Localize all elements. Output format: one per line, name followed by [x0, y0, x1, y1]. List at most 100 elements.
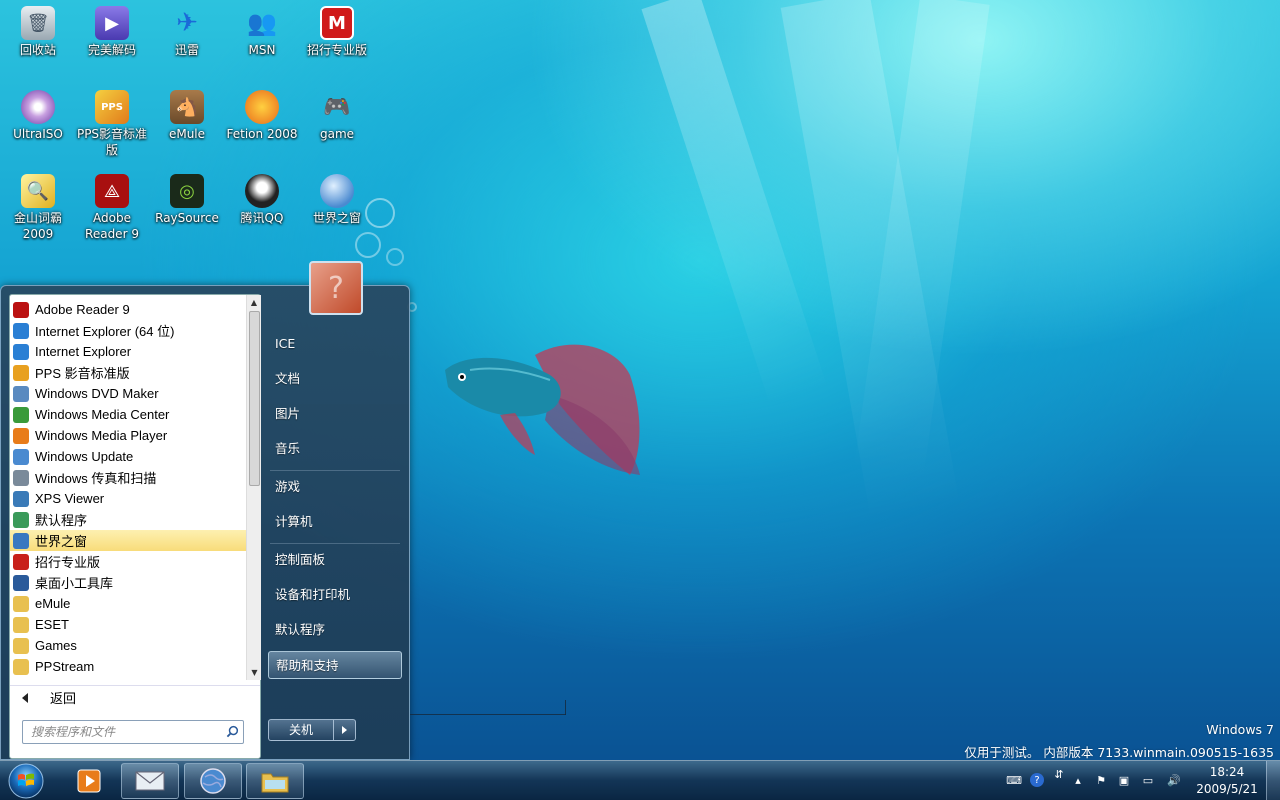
taskbar-clock[interactable]: 18:24 2009/5/21 [1196, 764, 1258, 798]
program-list-item[interactable]: Internet Explorer (64 位) [10, 320, 246, 341]
start-right-music[interactable]: 音乐 [268, 435, 402, 463]
keyboard-icon[interactable]: ⌨ [1006, 773, 1022, 787]
program-list-item[interactable]: eMule [10, 593, 246, 614]
desktop-icon-label: 金山词霸2009 [13, 211, 62, 241]
pps-icon [13, 364, 29, 381]
search-icon[interactable] [226, 725, 239, 738]
msn-icon: 👥 [247, 9, 277, 37]
language-bar-icon[interactable]: ⇵ [1052, 767, 1066, 781]
program-label: Windows Media Center [35, 407, 170, 422]
back-label: 返回 [50, 691, 77, 706]
dvd-maker-icon [13, 385, 29, 402]
desktop-icon-theworld[interactable]: 世界之窗 [299, 170, 375, 226]
desktop-icon-raysource[interactable]: ◎ RaySource [149, 170, 225, 226]
program-list-item[interactable]: XPS Viewer [10, 488, 246, 509]
program-list-item[interactable]: Internet Explorer [10, 341, 246, 362]
network-icon[interactable]: ▭ [1141, 773, 1155, 787]
desktop-icon-thunder[interactable]: ✈ 迅雷 [149, 2, 225, 58]
program-list-item[interactable]: 世界之窗 [10, 530, 246, 551]
start-right-control-panel[interactable]: 控制面板 [268, 546, 402, 574]
desktop-icon-label: RaySource [155, 211, 219, 225]
program-list-item[interactable]: Games [10, 635, 246, 656]
taskbar-theworld-browser[interactable] [184, 763, 242, 799]
show-desktop-button[interactable] [1266, 761, 1280, 800]
start-right-computer[interactable]: 计算机 [268, 508, 402, 536]
show-hidden-icons-icon[interactable]: ▴ [1071, 773, 1085, 787]
xps-viewer-icon [13, 490, 29, 507]
start-search-input[interactable]: 搜索程序和文件 [22, 720, 244, 744]
program-list-item[interactable]: 桌面小工具库 [10, 572, 246, 593]
start-right-games[interactable]: 游戏 [268, 473, 402, 501]
user-avatar[interactable]: ? [309, 261, 363, 315]
program-list-item[interactable]: Windows 传真和扫描 [10, 467, 246, 488]
scroll-up-arrow-icon[interactable]: ▲ [247, 295, 261, 310]
program-list-item[interactable]: Windows Media Center [10, 404, 246, 425]
taskbar-explorer[interactable] [246, 763, 304, 799]
desktop-icon-recycle-bin[interactable]: 🗑 回收站 [0, 2, 76, 58]
all-programs-list: Adobe Reader 9 Internet Explorer (64 位) In… [10, 295, 246, 680]
taskbar-mail[interactable] [121, 763, 179, 799]
start-right-devices-printers[interactable]: 设备和打印机 [268, 581, 402, 609]
program-list-item[interactable]: Windows Update [10, 446, 246, 467]
programs-scrollbar[interactable]: ▲ ▼ [246, 295, 261, 680]
menu-separator [270, 470, 400, 471]
program-list-item[interactable]: 默认程序 [10, 509, 246, 530]
taskbar: ⌨ ? ⇵ ▴ ⚑ ▣ ▭ 🔊 18:24 2009/5/21 [0, 760, 1280, 800]
program-list-item[interactable]: 招行专业版 [10, 551, 246, 572]
desktop-icon-game[interactable]: 🎮 game [299, 86, 375, 142]
back-button[interactable]: 返回 [10, 685, 260, 709]
shutdown-control: 关机 [268, 719, 358, 741]
start-right-documents[interactable]: 文档 [268, 365, 402, 393]
start-right-user[interactable]: ICE [268, 330, 402, 358]
start-menu-right-pane: ? ICE 文档 图片 音乐 游戏 计算机 控制面板 设备和打印机 默认程序 帮… [266, 261, 408, 756]
program-list-item[interactable]: Adobe Reader 9 [10, 299, 246, 320]
desktop-icon-label: UltraISO [13, 127, 63, 141]
back-arrow-icon [22, 692, 28, 703]
desktop-icon-label: 世界之窗 [312, 211, 361, 225]
folder-icon [13, 616, 29, 633]
volume-icon[interactable]: 🔊 [1167, 773, 1181, 787]
start-orb-button[interactable] [4, 762, 48, 800]
shutdown-options-button[interactable] [334, 719, 356, 741]
taskbar-media-player[interactable] [60, 763, 118, 799]
ie-icon [13, 322, 29, 339]
action-center-flag-icon[interactable]: ⚑ [1094, 773, 1108, 787]
desktop-icon-kingsoft-dictionary[interactable]: 🔍 金山词霸2009 [0, 170, 76, 242]
desktop-icon-video-decoder[interactable]: ▶ 完美解码 [74, 2, 150, 58]
shutdown-button[interactable]: 关机 [268, 719, 334, 741]
start-right-pictures[interactable]: 图片 [268, 400, 402, 428]
desktop-icon-msn[interactable]: 👥 MSN [224, 2, 300, 58]
desktop-icon-cmb[interactable]: M 招行专业版 [299, 2, 375, 58]
safely-remove-hardware-icon[interactable]: ▣ [1117, 773, 1131, 787]
program-label: PPS 影音标准版 [35, 366, 130, 381]
desktop-icon-qq[interactable]: 腾讯QQ [224, 170, 300, 226]
desktop-icon-ultraiso[interactable]: UltraISO [0, 86, 76, 142]
desktop-icon-label: game [319, 127, 355, 141]
desktop-icon-label: PPS影音标准版 [76, 127, 148, 157]
scroll-down-arrow-icon[interactable]: ▼ [247, 665, 262, 680]
start-right-default-programs[interactable]: 默认程序 [268, 616, 402, 644]
fetion-icon [245, 90, 279, 124]
desktop-icon-fetion[interactable]: Fetion 2008 [224, 86, 300, 142]
tooltip-pointer-line [565, 700, 566, 715]
start-right-help-support[interactable]: 帮助和支持 [268, 651, 402, 679]
cmb-icon [13, 553, 29, 570]
program-list-item[interactable]: ESET [10, 614, 246, 635]
desktop-icon-adobe-reader[interactable]: ⟁ Adobe Reader 9 [74, 170, 150, 242]
program-label: Internet Explorer (64 位) [35, 324, 175, 339]
desktop-icon-pps[interactable]: PPS PPS影音标准版 [74, 86, 150, 158]
globe-icon [13, 532, 29, 549]
program-label: eMule [35, 596, 71, 611]
globe-icon [200, 768, 226, 794]
program-list-item[interactable]: PPStream [10, 656, 246, 677]
cmb-icon: M [320, 6, 354, 40]
qq-icon [245, 174, 279, 208]
gamepad-icon: 🎮 [323, 94, 351, 120]
program-list-item[interactable]: Windows DVD Maker [10, 383, 246, 404]
globe-icon [320, 174, 354, 208]
scrollbar-thumb[interactable] [249, 311, 260, 486]
desktop-icon-emule[interactable]: 🐴 eMule [149, 86, 225, 142]
program-list-item[interactable]: Windows Media Player [10, 425, 246, 446]
program-list-item[interactable]: PPS 影音标准版 [10, 362, 246, 383]
help-icon[interactable]: ? [1030, 773, 1044, 787]
